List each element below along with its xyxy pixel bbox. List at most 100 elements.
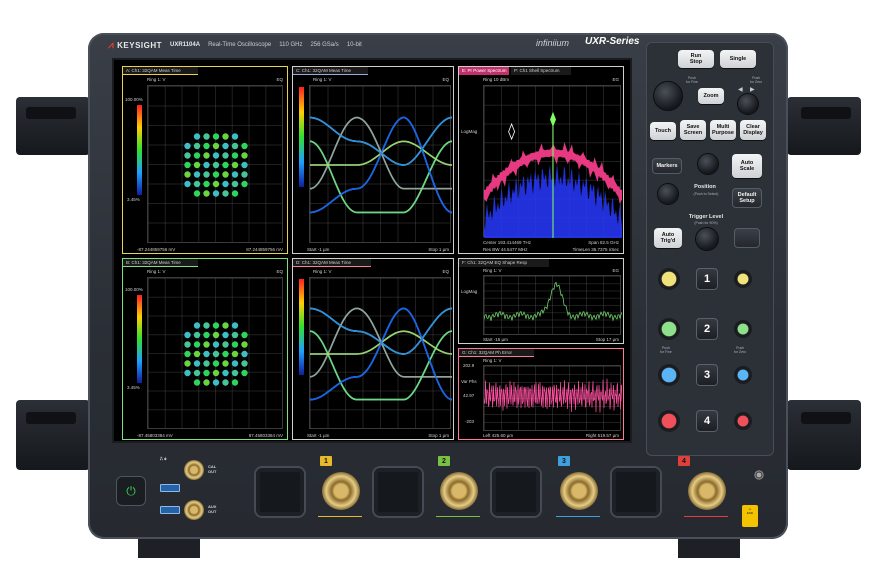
usb-port-1[interactable] (160, 484, 180, 492)
constellation-point (222, 350, 229, 358)
push-fine-label-1: Push for Fine (686, 76, 698, 84)
position-knob[interactable] (658, 184, 678, 204)
run-stop-button[interactable]: Run Stop (678, 50, 714, 68)
single-button[interactable]: Single (720, 50, 756, 68)
probe-slot-2[interactable] (372, 466, 424, 518)
push-zero-label-1: Push for Zero (750, 76, 763, 84)
constellation-point (193, 360, 201, 367)
touch-button[interactable]: Touch (650, 122, 676, 140)
pane-e-spectrum-traces (482, 111, 625, 238)
default-setup-button[interactable]: Default Setup (732, 188, 762, 208)
pane-b-level: Ring 1: V (147, 269, 166, 274)
cal-out-connector[interactable] (184, 460, 204, 480)
input-1-connector[interactable] (322, 472, 360, 510)
pane-g-scale: Var Phs (461, 379, 477, 384)
pane-a-top-pct: 100.00% (125, 97, 143, 102)
zoom-button[interactable]: Zoom (698, 88, 724, 104)
trigger-setup-button[interactable] (734, 228, 760, 248)
constellation-point (184, 341, 191, 348)
constellation-point (203, 350, 210, 358)
trigger-level-sublabel: (Push for 50%) (694, 221, 718, 225)
channel-4-button[interactable]: 4 (696, 410, 718, 432)
horizontal-position-knob[interactable] (738, 94, 758, 114)
channel-2-scale-knob[interactable] (658, 318, 680, 340)
constellation-point (222, 322, 229, 329)
channel-3-button[interactable]: 3 (696, 364, 718, 386)
input-4-connector[interactable] (688, 472, 726, 510)
probe-slot-1[interactable] (254, 466, 306, 518)
constellation-point (222, 331, 229, 339)
constellation-point (193, 379, 201, 386)
channel-2-button[interactable]: 2 (696, 318, 718, 340)
series-label: UXR-Series (585, 36, 640, 47)
constellation-point (212, 171, 220, 178)
channel-4-offset-knob[interactable] (734, 412, 752, 430)
channel-4-scale-knob[interactable] (658, 410, 680, 432)
multi-purpose-button[interactable]: Multi Purpose (710, 120, 736, 140)
save-screen-button[interactable]: Save Screen (680, 120, 706, 140)
pane-f-eq-response[interactable]: F: Ch1: 32QAM EQ Shape Resp Ring 1: V EG… (458, 258, 624, 344)
constellation-point (212, 331, 220, 339)
pane-e-span: Span 82.5 GHz (588, 240, 619, 245)
pane-e-center: Center 193.414469 THz (483, 240, 531, 245)
channel-3-scale-knob[interactable] (658, 364, 680, 386)
channel-2-offset-knob[interactable] (734, 320, 752, 338)
constellation-point (231, 369, 239, 377)
input-2-connector[interactable] (440, 472, 478, 510)
constellation-point (222, 180, 229, 188)
channel-1-offset-knob[interactable] (734, 270, 752, 288)
left-arrow-icon[interactable]: ◀ (738, 86, 743, 93)
trigger-level-knob[interactable] (696, 228, 718, 250)
auto-scale-button[interactable]: Auto Scale (732, 154, 762, 178)
pane-e-title-b: P: Ch1 Shell Spectrum (511, 67, 571, 75)
probe-slot-4[interactable] (610, 466, 662, 518)
pane-b-eq: EQ (276, 269, 283, 274)
constellation-point (231, 161, 239, 169)
markers-button[interactable]: Markers (652, 158, 682, 174)
markers-knob[interactable] (698, 154, 718, 174)
clear-display-button[interactable]: Clear Display (740, 120, 766, 140)
right-arrow-icon[interactable]: ▶ (750, 86, 755, 93)
pane-e-spectrum[interactable]: E: Pr Power Spectrum P: Ch1 Shell Spectr… (458, 66, 625, 254)
constellation-point (222, 379, 229, 386)
pane-d-level: Ring 1: V (313, 269, 332, 274)
input-3-connector[interactable] (560, 472, 598, 510)
usb-port-2[interactable] (160, 506, 180, 514)
constellation-point (212, 379, 220, 386)
constellation-point (231, 133, 239, 140)
auto-trigd-button[interactable]: Auto Trig'd (654, 228, 682, 248)
pane-b-top-pct: 100.00% (125, 287, 143, 292)
pane-c-title: C: Ch1: 32QAM Meas Time (293, 67, 368, 75)
probe-slot-3[interactable] (490, 466, 542, 518)
cal-out-label: CAL OUT (208, 464, 217, 474)
pane-c-eye[interactable]: C: Ch1: 32QAM Meas Time Ring 1: V EQ Sta… (292, 66, 454, 254)
pane-a-title: A: Ch1: 32QAM Meas Time (123, 67, 198, 75)
keysight-logo: ⩘ KEYSIGHT (108, 40, 162, 51)
constellation-point (193, 341, 201, 348)
pane-b-bottom-pct: 3.45% (127, 385, 140, 390)
oscilloscope-stage: ⩘ KEYSIGHT UXR1104A Real-Time Oscillosco… (0, 0, 878, 573)
power-button[interactable]: ⏻ (116, 476, 146, 506)
pane-c-plot (309, 85, 453, 243)
channel-3-offset-knob[interactable] (734, 366, 752, 384)
constellation-point (231, 142, 239, 150)
constellation-point (212, 369, 220, 377)
pane-g-phase-error[interactable]: G: Ch1: 32QAM Ph Error Ring 1: V 202.9 V… (458, 348, 624, 440)
aux-out-connector[interactable] (184, 500, 204, 520)
constellation-point (231, 152, 239, 159)
pane-d-eye[interactable]: D: Ch1: 32QAM Meas Time Ring 1: V EQ Sta… (292, 258, 454, 440)
constellation-point (193, 180, 201, 188)
ground-terminal[interactable] (754, 470, 764, 480)
pane-b-constellation[interactable]: B: Ch1: 32QAM Meas Time Ring 1: V EQ 100… (122, 258, 288, 440)
channel-1-button[interactable]: 1 (696, 268, 718, 290)
pane-c-eq: EQ (442, 77, 449, 82)
constellation-point (203, 161, 210, 169)
horizontal-scale-knob[interactable] (654, 82, 682, 110)
constellation-point (222, 360, 229, 367)
display-screen[interactable]: A: Ch1: 32QAM Meas Time Ring 1: V EQ 100… (112, 58, 632, 443)
pane-a-constellation[interactable]: A: Ch1: 32QAM Meas Time Ring 1: V EQ 100… (122, 66, 288, 254)
channel-1-scale-knob[interactable] (658, 268, 680, 290)
constellation-point (231, 360, 239, 367)
constellation-point (193, 171, 201, 178)
constellation-point (231, 190, 239, 197)
